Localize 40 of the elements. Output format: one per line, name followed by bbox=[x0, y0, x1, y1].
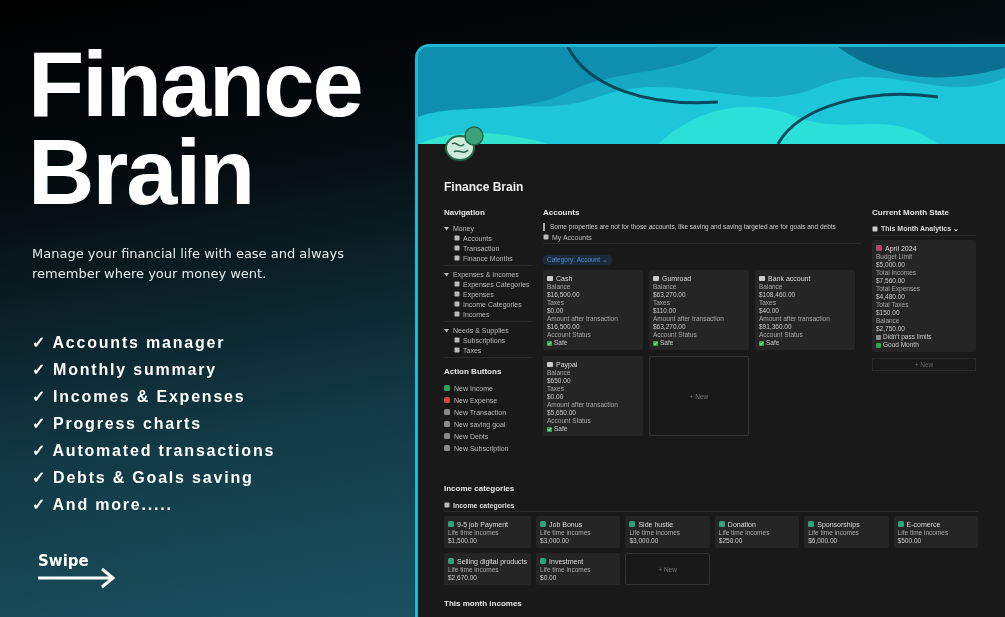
section-heading: Accounts bbox=[543, 208, 581, 217]
square-icon bbox=[629, 521, 636, 527]
feature-item: ✓ And more..... bbox=[32, 495, 173, 515]
feature-item: ✓ Automated transactions bbox=[32, 441, 276, 461]
card-icon bbox=[547, 361, 553, 367]
feature-item: ✓ Monthly summary bbox=[32, 360, 217, 380]
square-icon bbox=[540, 521, 547, 527]
feature-item: ✓ Accounts manager bbox=[32, 333, 226, 353]
square-icon bbox=[897, 521, 904, 527]
section-heading: Current Month State bbox=[872, 208, 950, 217]
square-icon bbox=[718, 521, 725, 527]
feature-item: ✓ Progress charts bbox=[32, 414, 202, 434]
page-title: Finance Brain bbox=[444, 180, 525, 194]
arrow-icon bbox=[38, 567, 116, 589]
section-heading: Navigation bbox=[444, 208, 486, 217]
check-icon bbox=[653, 340, 658, 346]
tagline: Manage your financial life with ease and always remember where your money went. bbox=[32, 245, 345, 283]
section-heading: Action Buttons bbox=[444, 367, 503, 376]
check-icon bbox=[547, 426, 552, 432]
card-icon bbox=[759, 275, 765, 281]
square-icon bbox=[448, 558, 454, 564]
swipe-label: Swipe bbox=[38, 552, 89, 570]
calendar-icon bbox=[876, 245, 882, 251]
square-icon bbox=[808, 521, 815, 527]
feature-item: ✓ Debts & Goals saving bbox=[32, 468, 254, 488]
card-icon bbox=[653, 275, 659, 281]
headline: Brain bbox=[28, 128, 254, 216]
toggle-icon[interactable] bbox=[444, 225, 449, 231]
feature-item: ✓ Incomes & Expenses bbox=[32, 387, 246, 407]
square-icon bbox=[448, 521, 454, 527]
section-heading: This month incomes bbox=[444, 599, 523, 608]
check-icon bbox=[547, 340, 552, 346]
square-icon bbox=[540, 558, 547, 564]
section-heading: Income categories bbox=[444, 484, 516, 493]
headline: Finance bbox=[28, 40, 362, 128]
card-icon bbox=[547, 275, 553, 281]
check-icon bbox=[759, 340, 764, 346]
brain-and-bag-icon bbox=[444, 124, 484, 162]
toggle-icon[interactable] bbox=[444, 271, 449, 277]
toggle-icon[interactable] bbox=[444, 327, 449, 333]
